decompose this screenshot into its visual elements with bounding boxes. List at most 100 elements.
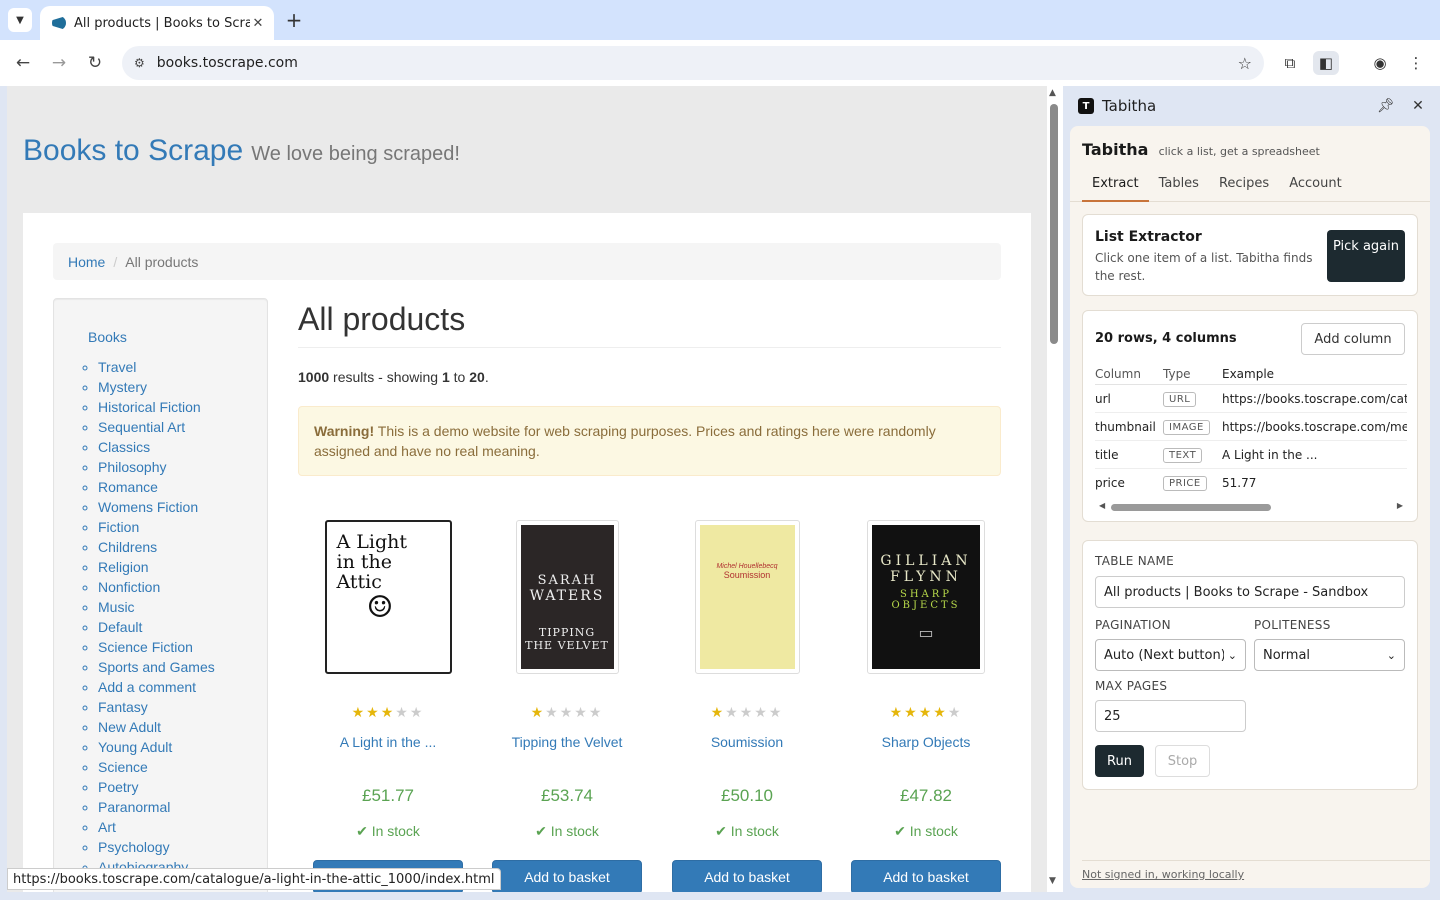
- category-link[interactable]: Fantasy: [98, 699, 148, 715]
- category-link[interactable]: Young Adult: [98, 739, 172, 755]
- table-horizontal-scrollbar[interactable]: ◀ ▶: [1095, 501, 1407, 513]
- bookmark-star-icon[interactable]: ☆: [1238, 54, 1252, 73]
- add-column-button[interactable]: Add column: [1301, 323, 1405, 355]
- product-thumbnail[interactable]: GILLIAN FLYNN SHARP OBJECTS ▭: [867, 520, 985, 674]
- url-text[interactable]: books.toscrape.com: [157, 55, 1238, 71]
- category-link[interactable]: Romance: [98, 479, 158, 495]
- stop-button[interactable]: Stop: [1155, 745, 1210, 777]
- browser-tab[interactable]: All products | Books to Scrape - Sandbox…: [40, 6, 274, 40]
- cover-text: OBJECTS: [891, 599, 961, 611]
- category-link[interactable]: Sports and Games: [98, 659, 215, 675]
- type-badge[interactable]: PRICE: [1163, 476, 1207, 491]
- close-icon[interactable]: ✕: [1406, 94, 1430, 118]
- category-link[interactable]: Travel: [98, 359, 136, 375]
- type-badge[interactable]: TEXT: [1163, 447, 1203, 463]
- table-row[interactable]: price PRICE 51.77: [1095, 469, 1407, 497]
- sign-in-status-link[interactable]: Not signed in, working locally: [1082, 868, 1244, 881]
- product-thumbnail[interactable]: SARAH WATERS TIPPING THE VELVET: [515, 520, 619, 674]
- scrollbar-thumb[interactable]: [1050, 104, 1058, 344]
- new-tab-button[interactable]: +: [282, 8, 306, 32]
- politeness-select[interactable]: Normal ⌄: [1254, 639, 1405, 671]
- address-bar[interactable]: ⚙ books.toscrape.com ☆: [122, 46, 1264, 80]
- extensions-icon[interactable]: ⧉: [1277, 51, 1303, 75]
- cover-text: SHARP: [899, 588, 953, 600]
- category-link[interactable]: Nonfiction: [98, 579, 160, 595]
- back-button[interactable]: ←: [11, 51, 35, 75]
- product-title-link[interactable]: Soumission: [672, 734, 822, 754]
- pin-icon[interactable]: 📌︎: [1374, 94, 1398, 118]
- panel-brand: Tabitha: [1082, 140, 1149, 159]
- run-button[interactable]: Run: [1095, 745, 1144, 777]
- category-link[interactable]: Womens Fiction: [98, 499, 198, 515]
- menu-kebab-icon[interactable]: ⋮: [1403, 51, 1429, 75]
- product-thumbnail[interactable]: A Light in the Attic ☺: [324, 520, 452, 674]
- category-link[interactable]: Fiction: [98, 519, 139, 535]
- rows-columns-summary: 20 rows, 4 columns: [1095, 331, 1237, 346]
- max-pages-input[interactable]: 25: [1095, 700, 1246, 732]
- add-to-basket-button[interactable]: Add to basket: [492, 860, 642, 892]
- category-link[interactable]: Religion: [98, 559, 149, 575]
- forward-button[interactable]: →: [47, 51, 71, 75]
- category-link[interactable]: Philosophy: [98, 459, 167, 475]
- category-link[interactable]: Art: [98, 819, 116, 835]
- category-link[interactable]: Music: [98, 599, 135, 615]
- add-to-basket-button[interactable]: Add to basket: [851, 860, 1001, 892]
- category-link[interactable]: Classics: [98, 439, 150, 455]
- category-link[interactable]: Historical Fiction: [98, 399, 201, 415]
- pagination-select[interactable]: Auto (Next button) ⌄: [1095, 639, 1246, 671]
- cover-text: TIPPING: [538, 625, 596, 639]
- table-name-input[interactable]: All products | Books to Scrape - Sandbox: [1095, 576, 1405, 608]
- product-title-link[interactable]: Sharp Objects: [851, 734, 1001, 754]
- product-thumbnail[interactable]: Michel Houellebecq Soumission: [694, 520, 800, 674]
- scroll-down-arrow-icon[interactable]: ▼: [1049, 876, 1056, 886]
- sidebar-books-link[interactable]: Books: [88, 329, 267, 345]
- side-panel-title: Tabitha: [1102, 97, 1157, 115]
- table-row[interactable]: title TEXT A Light in the ...: [1095, 441, 1407, 469]
- product-title-link[interactable]: Tipping the Velvet: [492, 734, 642, 754]
- stock-status: ✔ In stock: [851, 823, 1001, 840]
- cover-text: THE VELVET: [525, 638, 609, 652]
- category-link[interactable]: Default: [98, 619, 142, 635]
- scrollbar-thumb[interactable]: [1111, 504, 1271, 511]
- category-link[interactable]: Science Fiction: [98, 639, 193, 655]
- scroll-up-arrow-icon[interactable]: ▲: [1049, 88, 1056, 98]
- tab-tables[interactable]: Tables: [1149, 176, 1209, 202]
- star-rating: ★★★★★: [351, 704, 425, 720]
- chevron-down-icon: ⌄: [1227, 648, 1237, 662]
- category-link[interactable]: Sequential Art: [98, 419, 185, 435]
- page-viewport: Books to Scrape We love being scraped! H…: [7, 86, 1063, 892]
- tab-close-icon[interactable]: ✕: [250, 16, 266, 31]
- category-link[interactable]: Paranormal: [98, 799, 170, 815]
- site-brand-link[interactable]: Books to Scrape: [23, 134, 243, 167]
- type-badge[interactable]: IMAGE: [1163, 419, 1210, 435]
- site-info-icon[interactable]: ⚙: [134, 56, 145, 70]
- pick-again-button[interactable]: Pick again: [1327, 230, 1405, 282]
- table-row[interactable]: url URL https://books.toscrape.com/catal…: [1095, 385, 1407, 413]
- extractor-title: List Extractor: [1095, 229, 1202, 245]
- scroll-left-arrow-icon[interactable]: ◀: [1099, 501, 1105, 510]
- table-row[interactable]: thumbnail IMAGE https://books.toscrape.c…: [1095, 413, 1407, 441]
- category-link[interactable]: Science: [98, 759, 148, 775]
- product-title-link[interactable]: A Light in the ...: [313, 734, 463, 754]
- page-scrollbar[interactable]: ▲ ▼: [1047, 86, 1063, 892]
- breadcrumb-home[interactable]: Home: [68, 254, 105, 270]
- category-link[interactable]: Psychology: [98, 839, 170, 855]
- profile-icon[interactable]: ◉: [1367, 51, 1393, 75]
- add-to-basket-button[interactable]: Add to basket: [672, 860, 822, 892]
- category-link[interactable]: Poetry: [98, 779, 138, 795]
- tab-recipes[interactable]: Recipes: [1209, 176, 1279, 202]
- scroll-right-arrow-icon[interactable]: ▶: [1397, 501, 1403, 510]
- reload-button[interactable]: ↻: [83, 51, 107, 75]
- category-link[interactable]: Childrens: [98, 539, 157, 555]
- tab-extract[interactable]: Extract: [1082, 176, 1149, 202]
- tab-account[interactable]: Account: [1279, 176, 1352, 202]
- cover-text: GILLIAN: [880, 552, 972, 569]
- category-link[interactable]: Mystery: [98, 379, 147, 395]
- category-list: Travel Mystery Historical Fiction Sequentia…: [88, 357, 267, 877]
- side-panel-icon[interactable]: ◧: [1313, 51, 1339, 75]
- category-link[interactable]: New Adult: [98, 719, 161, 735]
- category-link[interactable]: Add a comment: [98, 679, 196, 695]
- category-item: Philosophy: [98, 457, 267, 477]
- type-badge[interactable]: URL: [1163, 391, 1197, 407]
- tab-search-button[interactable]: ▼: [8, 8, 32, 32]
